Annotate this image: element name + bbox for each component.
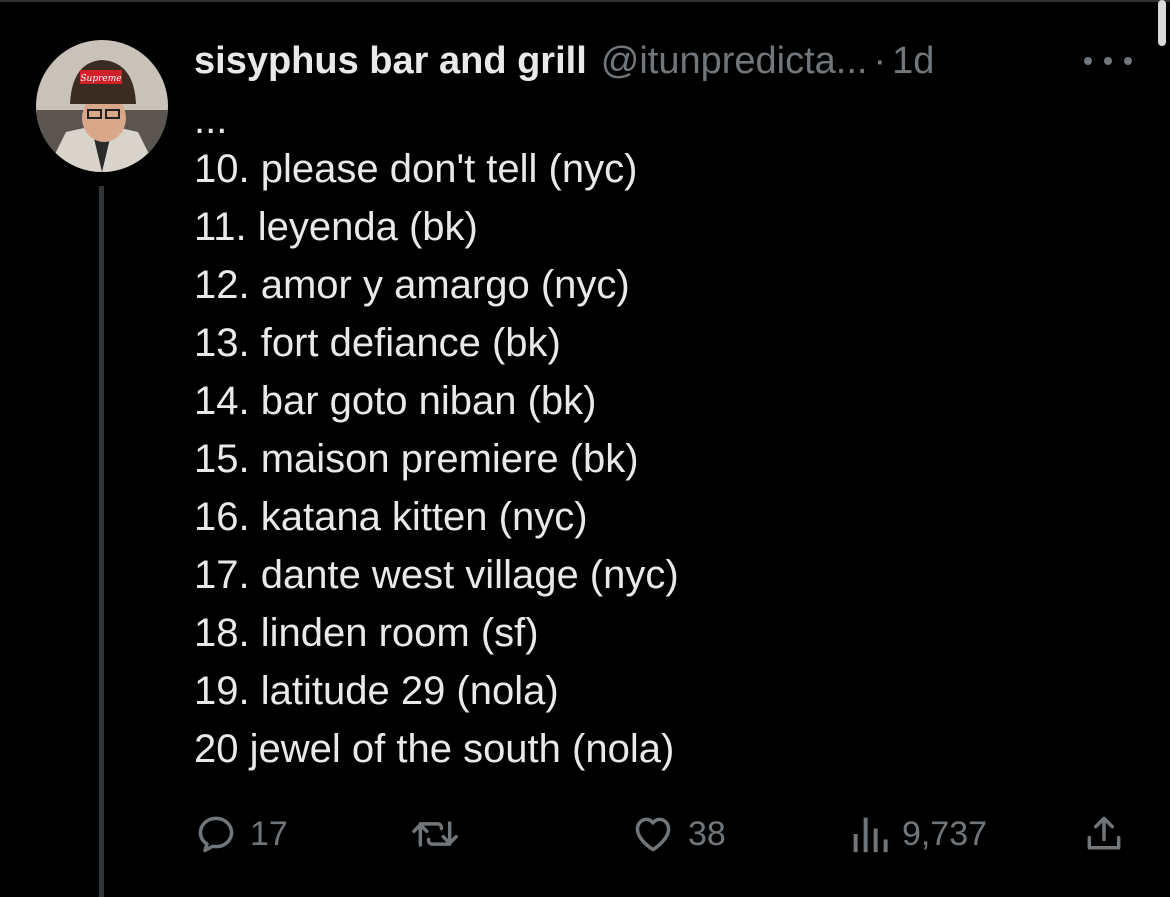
tweet-line: 15. maison premiere (bk) <box>194 437 639 481</box>
avatar-hat-text: Supreme <box>80 74 121 84</box>
top-border <box>0 0 1170 2</box>
tweet-header: sisyphus bar and grill @itunpredicta... … <box>194 38 934 84</box>
more-dot <box>1104 57 1112 65</box>
tweet-line: 12. amor y amargo (nyc) <box>194 263 630 307</box>
retweet-icon <box>412 821 458 847</box>
tweet-line: 14. bar goto niban (bk) <box>194 379 597 423</box>
tweet-line: 10. please don't tell (nyc) <box>194 147 638 191</box>
tweet-line: 18. linden room (sf) <box>194 611 539 655</box>
avatar[interactable]: Supreme <box>36 40 168 172</box>
thread-line <box>99 186 104 897</box>
retweet-button[interactable] <box>408 808 474 860</box>
display-name[interactable]: sisyphus bar and grill <box>194 40 587 83</box>
like-button[interactable]: 38 <box>630 808 726 860</box>
reply-icon <box>198 816 234 853</box>
tweet-line: 17. dante west village (nyc) <box>194 553 679 597</box>
tweet-text: ... 10. please don't tell (nyc) 11. leye… <box>194 100 679 778</box>
like-icon <box>635 817 671 852</box>
view-count: 9,737 <box>902 814 988 853</box>
action-bar: 17 38 9,737 <box>194 808 1134 860</box>
tweet-line: 19. latitude 29 (nola) <box>194 669 559 713</box>
more-dot <box>1124 57 1132 65</box>
user-handle[interactable]: @itunpredicta... <box>601 40 868 83</box>
avatar-photo: Supreme <box>36 40 168 172</box>
like-count: 38 <box>688 814 726 853</box>
more-dot <box>1084 57 1092 65</box>
tweet-line: 16. katana kitten (nyc) <box>194 495 588 539</box>
scrollbar[interactable] <box>1158 0 1166 46</box>
tweet-line: 13. fort defiance (bk) <box>194 321 561 365</box>
tweet-line: ... <box>194 98 228 142</box>
separator: · <box>873 39 887 82</box>
tweet-line: 20 jewel of the south (nola) <box>194 727 675 771</box>
views-button[interactable]: 9,737 <box>850 808 987 860</box>
tweet-line: 11. leyenda (bk) <box>194 205 478 249</box>
reply-button[interactable]: 17 <box>194 808 288 860</box>
share-icon <box>1087 816 1121 850</box>
timestamp[interactable]: 1d <box>892 40 934 83</box>
reply-count: 17 <box>250 814 288 853</box>
share-button[interactable] <box>1082 808 1126 860</box>
views-icon <box>853 817 888 853</box>
more-icon[interactable] <box>1084 52 1132 70</box>
